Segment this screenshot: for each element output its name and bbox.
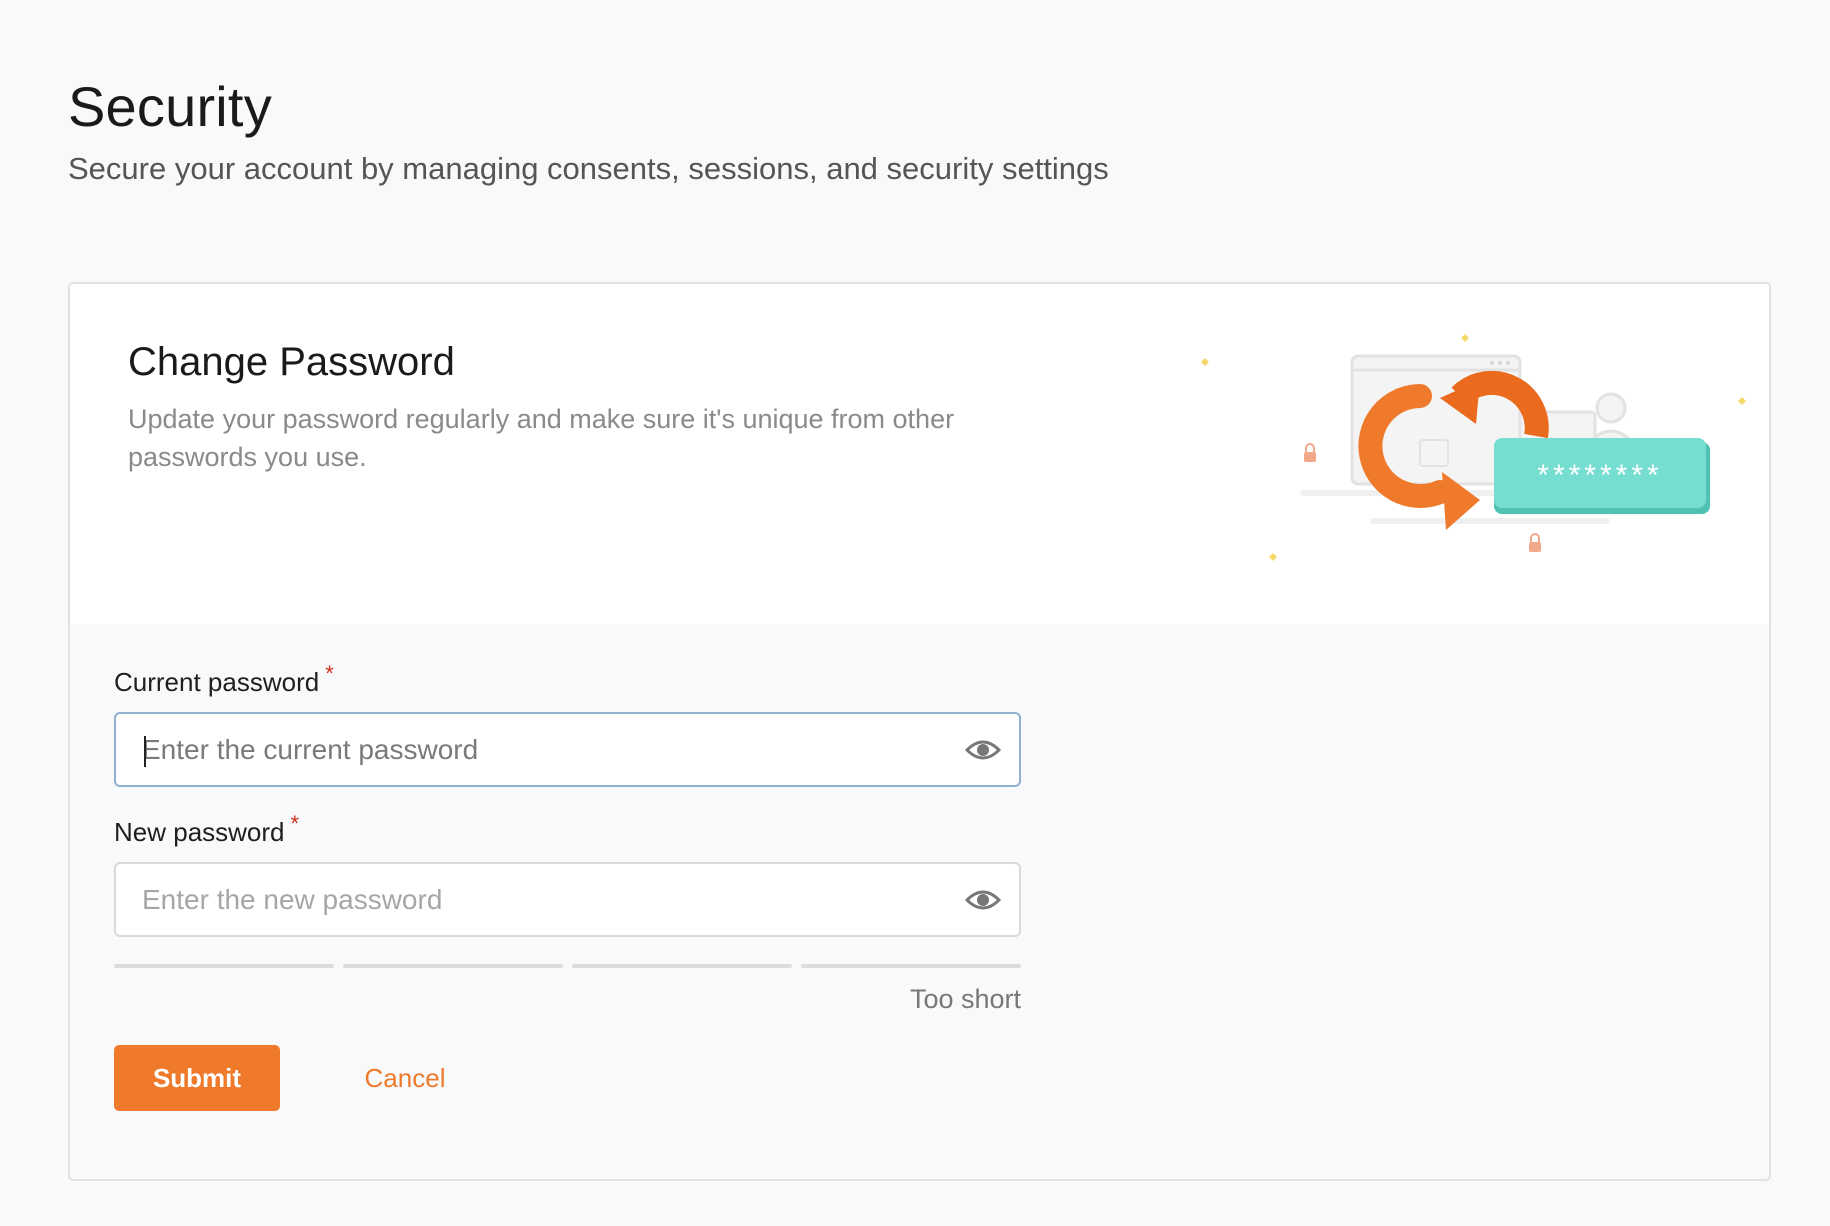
new-password-field[interactable] bbox=[114, 862, 1021, 937]
new-password-label: New password * bbox=[114, 811, 300, 847]
masked-password-text: ******** bbox=[1537, 459, 1662, 492]
new-password-input[interactable] bbox=[142, 864, 922, 935]
text-caret bbox=[144, 736, 146, 767]
password-strength-text: Too short bbox=[909, 984, 1021, 1014]
strength-segment bbox=[343, 964, 563, 968]
strength-segment bbox=[114, 964, 334, 968]
cancel-button[interactable]: Cancel bbox=[340, 1045, 470, 1111]
current-password-input[interactable] bbox=[142, 714, 922, 785]
strength-segment bbox=[572, 964, 792, 968]
page-subtitle: Secure your account by managing consents… bbox=[68, 151, 1109, 186]
card-title: Change Password bbox=[128, 340, 455, 384]
submit-button[interactable]: Submit bbox=[114, 1045, 280, 1111]
current-password-field[interactable] bbox=[114, 712, 1021, 787]
card-header: Change Password Update your password reg… bbox=[70, 284, 1769, 624]
current-password-label: Current password * bbox=[114, 661, 334, 697]
required-asterisk: * bbox=[290, 811, 300, 836]
eye-icon[interactable] bbox=[965, 884, 1001, 916]
required-asterisk: * bbox=[325, 661, 334, 686]
password-strength-meter bbox=[114, 964, 1021, 968]
card-description: Update your password regularly and make … bbox=[128, 404, 955, 472]
page-title: Security bbox=[68, 75, 272, 138]
eye-icon[interactable] bbox=[965, 734, 1001, 766]
change-password-card: Change Password Update your password reg… bbox=[68, 282, 1771, 1181]
password-refresh-illustration: ******** bbox=[1201, 334, 1746, 561]
strength-segment bbox=[801, 964, 1021, 968]
